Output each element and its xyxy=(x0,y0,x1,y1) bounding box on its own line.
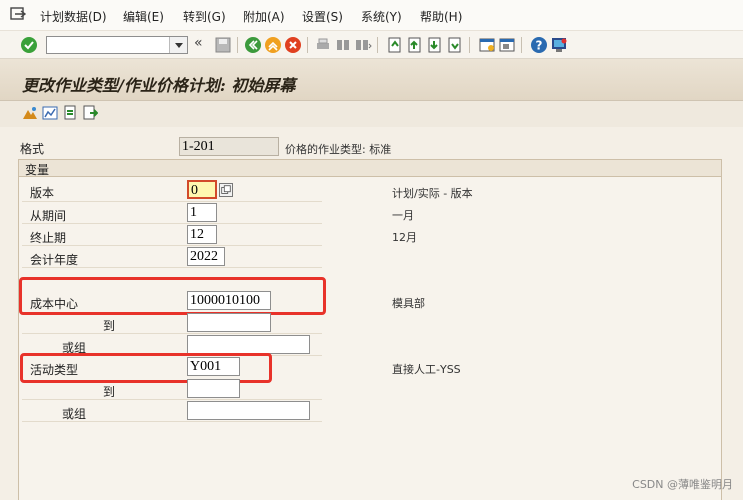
toolbar-divider xyxy=(377,37,378,53)
row-divider xyxy=(22,201,322,202)
print-icon[interactable] xyxy=(314,36,332,54)
first-page-icon[interactable] xyxy=(386,36,404,54)
version-description: 计划/实际 - 版本 xyxy=(392,187,473,200)
from-period-field[interactable]: 1 xyxy=(187,203,217,222)
back-icon[interactable] xyxy=(244,36,262,54)
watermark: CSDN @薄唯鉴明月 xyxy=(632,478,733,491)
new-session-icon[interactable] xyxy=(478,36,496,54)
fiscal-year-label: 会计年度 xyxy=(30,253,79,267)
save-icon[interactable] xyxy=(214,36,232,54)
row-divider xyxy=(22,245,322,246)
command-input[interactable] xyxy=(47,37,169,53)
customize-layout-icon[interactable] xyxy=(550,36,568,54)
enter-check-icon[interactable] xyxy=(20,36,38,54)
fiscal-year-field[interactable]: 2022 xyxy=(187,247,225,266)
collapse-chevron-icon[interactable]: « xyxy=(194,35,203,51)
standard-toolbar: « ? xyxy=(0,31,743,59)
cancel-icon[interactable] xyxy=(284,36,302,54)
application-toolbar xyxy=(0,101,743,127)
menu-goto[interactable]: 转到(G) xyxy=(183,8,226,25)
activity-type-to-field[interactable] xyxy=(187,379,240,398)
next-page-icon[interactable] xyxy=(426,36,444,54)
exit-icon[interactable] xyxy=(10,7,26,21)
chart-icon[interactable] xyxy=(42,105,58,121)
layout-description: 价格的作业类型: 标准 xyxy=(285,143,392,156)
menu-system[interactable]: 系统(Y) xyxy=(361,8,402,25)
from-period-description: 一月 xyxy=(392,209,414,222)
layout-field: 1-201 xyxy=(179,137,279,156)
to-period-field[interactable]: 12 xyxy=(187,225,217,244)
version-label: 版本 xyxy=(30,186,55,200)
exit-up-icon[interactable] xyxy=(264,36,282,54)
cost-center-highlight xyxy=(19,277,326,315)
toolbar-divider xyxy=(521,37,522,53)
search-help-icon[interactable] xyxy=(219,183,233,197)
row-divider xyxy=(22,333,322,334)
version-field[interactable]: 0 xyxy=(187,180,217,199)
page-title: 更改作业类型/作业价格计划: 初始屏幕 xyxy=(22,76,296,95)
cost-center-to-label: 到 xyxy=(103,319,116,333)
variables-group-header: 变量 xyxy=(19,160,721,177)
cost-center-description: 模具部 xyxy=(392,297,425,310)
menu-edit[interactable]: 编辑(E) xyxy=(123,8,164,25)
menu-settings[interactable]: 设置(S) xyxy=(302,8,343,25)
from-period-label: 从期间 xyxy=(30,209,67,223)
mountain-icon[interactable] xyxy=(22,105,38,121)
menu-plan-data[interactable]: 计划数据(D) xyxy=(40,8,107,25)
activity-type-group-field[interactable] xyxy=(187,401,310,420)
layout-label: 格式 xyxy=(20,142,45,156)
help-icon[interactable]: ? xyxy=(530,36,548,54)
last-page-icon[interactable] xyxy=(446,36,464,54)
activity-type-to-label: 到 xyxy=(103,385,116,399)
menu-extras[interactable]: 附加(A) xyxy=(243,8,285,25)
variables-group-title: 变量 xyxy=(25,163,50,177)
toolbar-divider xyxy=(237,37,238,53)
previous-page-icon[interactable] xyxy=(406,36,424,54)
toolbar-divider xyxy=(469,37,470,53)
to-period-label: 终止期 xyxy=(30,231,67,245)
find-icon[interactable] xyxy=(334,36,352,54)
row-divider xyxy=(22,223,322,224)
chevron-down-icon[interactable] xyxy=(169,37,187,53)
to-period-description: 12月 xyxy=(392,231,417,244)
row-divider xyxy=(22,399,322,400)
cost-center-to-field[interactable] xyxy=(187,313,271,332)
activity-type-description: 直接人工-YSS xyxy=(392,363,461,376)
title-bar: 更改作业类型/作业价格计划: 初始屏幕 xyxy=(0,59,743,101)
command-field[interactable] xyxy=(46,36,188,54)
copy-document-icon[interactable] xyxy=(62,105,78,121)
toolbar-divider xyxy=(307,37,308,53)
menu-bar: 计划数据(D) 编辑(E) 转到(G) 附加(A) 设置(S) 系统(Y) 帮助… xyxy=(0,0,743,31)
svg-text:?: ? xyxy=(536,39,543,53)
menu-help[interactable]: 帮助(H) xyxy=(420,8,462,25)
activity-type-group-label: 或组 xyxy=(62,407,87,421)
cost-center-group-field[interactable] xyxy=(187,335,310,354)
shortcut-icon[interactable] xyxy=(498,36,516,54)
find-next-icon[interactable] xyxy=(354,36,372,54)
variables-group: 变量 xyxy=(18,159,722,500)
export-document-icon[interactable] xyxy=(82,105,98,121)
